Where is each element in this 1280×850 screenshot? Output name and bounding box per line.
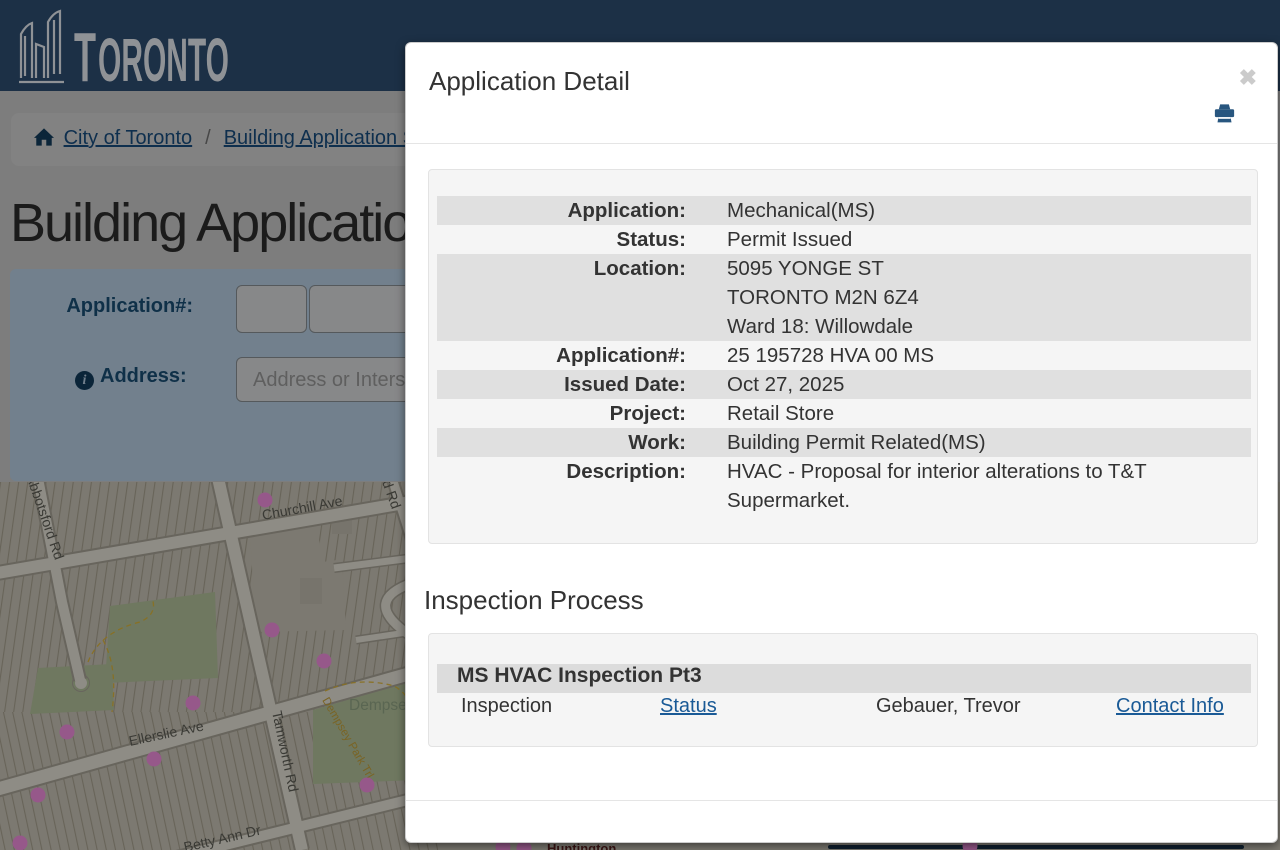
svg-text:ORONTO: ORONTO	[98, 26, 229, 88]
svg-text:T: T	[74, 18, 96, 88]
